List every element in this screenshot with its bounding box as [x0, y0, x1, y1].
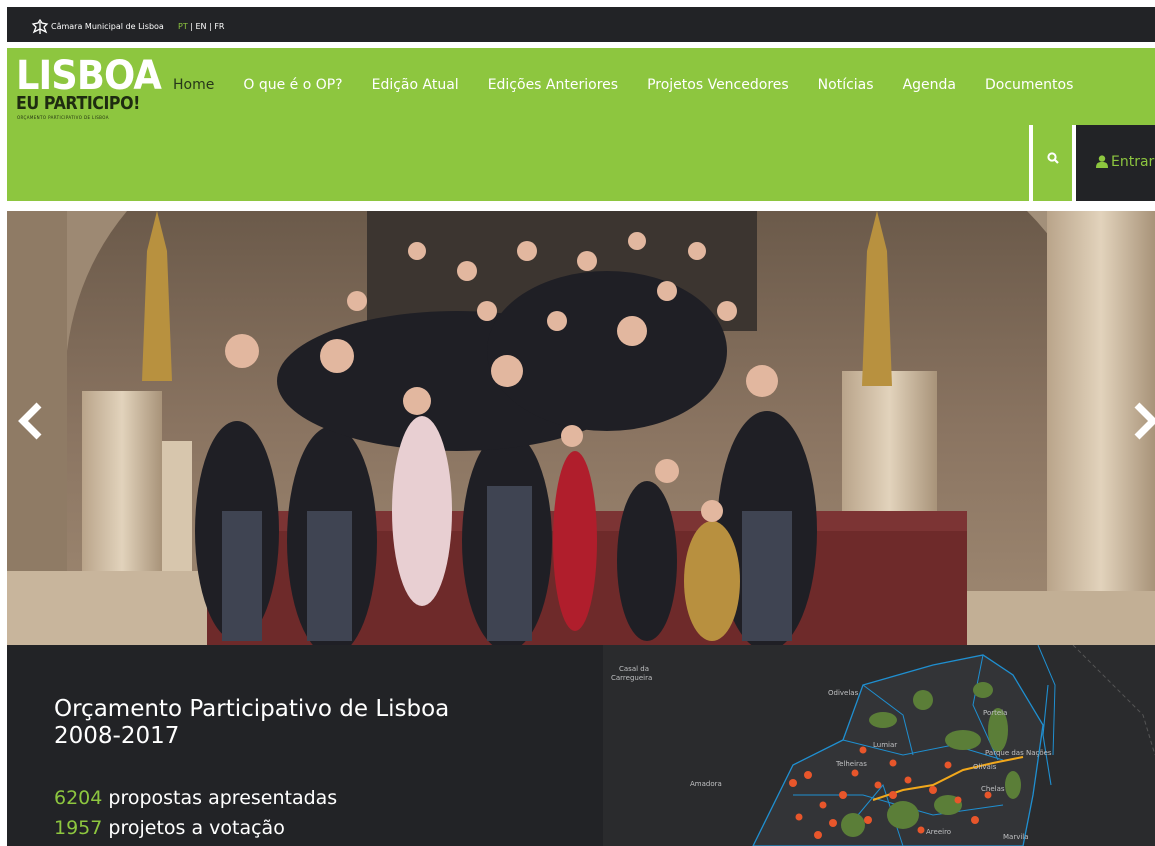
carousel-prev-arrow[interactable] [17, 401, 47, 441]
hero-carousel [7, 211, 1155, 645]
map-label: Marvila [1003, 833, 1029, 841]
map-graphic: Casal da Carregueira Odivelas Portela Lu… [603, 645, 1155, 846]
nav-item-news[interactable]: Notícias [818, 77, 874, 93]
map-label: Carregueira [611, 674, 652, 682]
map-label: Amadora [690, 780, 722, 788]
logo-eu-participo: EU PARTICIPO! [16, 93, 140, 114]
stat-proposals-label: propostas apresentadas [102, 787, 338, 809]
stat-proposals: 6204 propostas apresentadas [54, 787, 337, 809]
login-label: Entrar [1111, 154, 1155, 170]
user-icon [1096, 155, 1108, 168]
lang-pt-link[interactable]: PT [178, 22, 188, 31]
logo-tagline: ORÇAMENTO PARTICIPATIVO DE LISBOA [17, 115, 109, 120]
stats-panel: Orçamento Participativo de Lisboa 2008-2… [7, 645, 603, 846]
site-logo[interactable]: LISBOA EU PARTICIPO! ORÇAMENTO PARTICIPA… [16, 56, 162, 120]
hero-photo [7, 211, 1155, 645]
stat-projects-count: 1957 [54, 817, 103, 839]
lang-en-link[interactable]: EN [196, 22, 207, 31]
map-label: Chelas [981, 785, 1005, 793]
map-label: Olivais [973, 763, 997, 771]
nav-item-documents[interactable]: Documentos [985, 77, 1073, 93]
search-button[interactable] [1033, 125, 1072, 201]
stats-title-line2: 2008-2017 [54, 723, 180, 749]
lang-fr-link[interactable]: FR [214, 22, 224, 31]
stat-proposals-count: 6204 [54, 787, 103, 809]
map-label: Parque das Nações [985, 749, 1052, 757]
map-label: Areeiro [926, 828, 951, 836]
map-label: Portela [983, 709, 1007, 717]
top-bar: Câmara Municipal de Lisboa PT | EN | FR [7, 7, 1155, 42]
city-crest-icon [31, 19, 49, 34]
logo-lisboa: LISBOA [16, 53, 162, 99]
nav-item-current-edition[interactable]: Edição Atual [372, 77, 459, 93]
map-label: Telheiras [835, 760, 867, 768]
login-button[interactable]: Entrar [1076, 125, 1155, 201]
nav-item-home[interactable]: Home [173, 77, 214, 93]
language-switcher: PT | EN | FR [178, 22, 225, 31]
nav-item-previous-editions[interactable]: Edições Anteriores [488, 77, 618, 93]
map-label: Casal da [619, 665, 649, 673]
stats-title: Orçamento Participativo de Lisboa 2008-2… [54, 696, 449, 750]
site-header: LISBOA EU PARTICIPO! ORÇAMENTO PARTICIPA… [7, 48, 1155, 201]
org-name-link[interactable]: Câmara Municipal de Lisboa [51, 22, 164, 31]
carousel-next-arrow[interactable] [1131, 401, 1155, 441]
main-nav: Home O que é o OP? Edição Atual Edições … [173, 77, 1102, 93]
stat-projects-label: projetos a votação [102, 817, 285, 839]
stat-projects: 1957 projetos a votação [54, 817, 285, 839]
lang-separator: | [187, 22, 196, 31]
nav-item-about[interactable]: O que é o OP? [243, 77, 342, 93]
map-label: Lumiar [873, 741, 897, 749]
search-icon [1047, 152, 1059, 164]
projects-map[interactable]: Casal da Carregueira Odivelas Portela Lu… [603, 645, 1155, 846]
nav-item-winning-projects[interactable]: Projetos Vencedores [647, 77, 789, 93]
map-label: Odivelas [828, 689, 859, 697]
stats-title-line1: Orçamento Participativo de Lisboa [54, 696, 450, 722]
nav-item-agenda[interactable]: Agenda [903, 77, 956, 93]
